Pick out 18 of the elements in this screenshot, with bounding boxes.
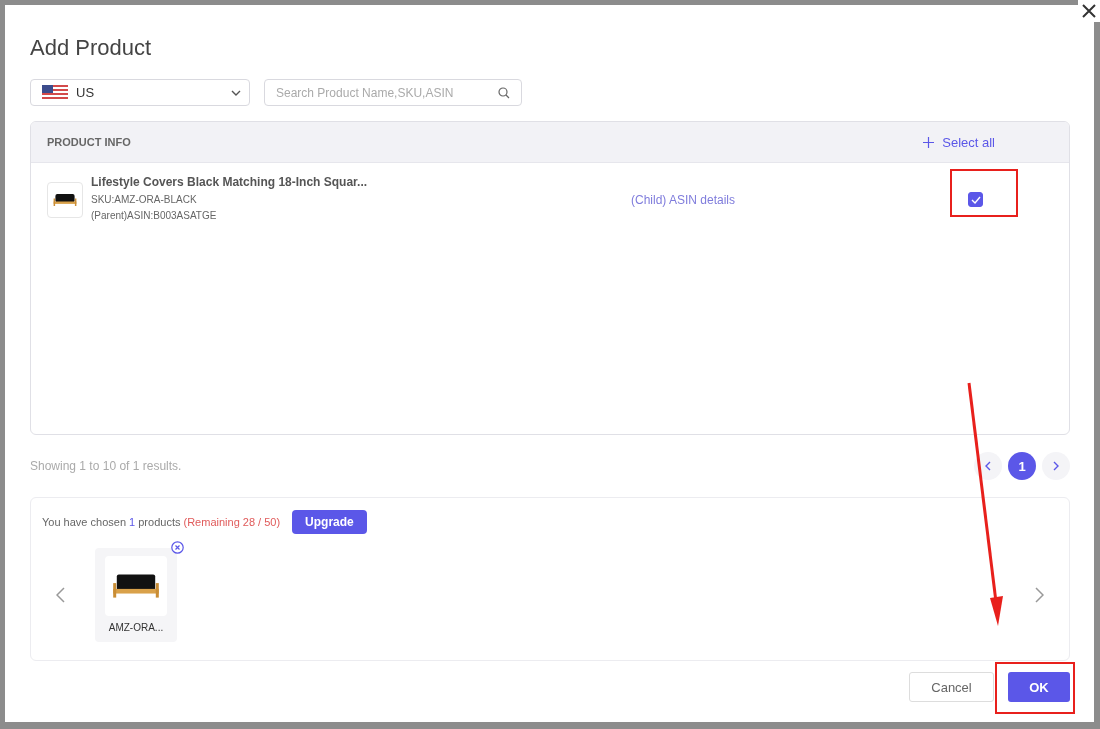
country-select[interactable]: US	[30, 79, 250, 106]
column-header: PRODUCT INFO	[47, 136, 131, 148]
upgrade-button[interactable]: Upgrade	[292, 510, 367, 534]
product-sku: SKU:AMZ-ORA-BLACK	[91, 193, 198, 207]
product-name: Lifestyle Covers Black Matching 18-Inch Squar...	[91, 175, 369, 189]
chosen-summary: You have chosen 1 products (Remaining 28 / 50)	[42, 516, 281, 528]
cancel-button[interactable]: Cancel	[909, 672, 994, 702]
asin-details-link[interactable]: (Child) ASIN details	[631, 192, 931, 207]
search-field[interactable]: Search Product Name,SKU,ASIN	[264, 79, 522, 106]
page-button[interactable]: 1	[1008, 452, 1036, 480]
select-value: US	[76, 85, 96, 100]
ok-button[interactable]: OK	[1008, 672, 1070, 702]
select-all-link[interactable]: Select all	[923, 134, 995, 150]
product-asin: (Parent)ASIN:B003ASATGE	[91, 209, 218, 223]
select-all-label: Select all	[942, 134, 995, 150]
dialog-title: Add Product	[30, 35, 153, 61]
chosen-product-sku: AMZ-ORA...	[108, 622, 164, 633]
results-summary: Showing 1 to 10 of 1 results.	[30, 459, 182, 473]
